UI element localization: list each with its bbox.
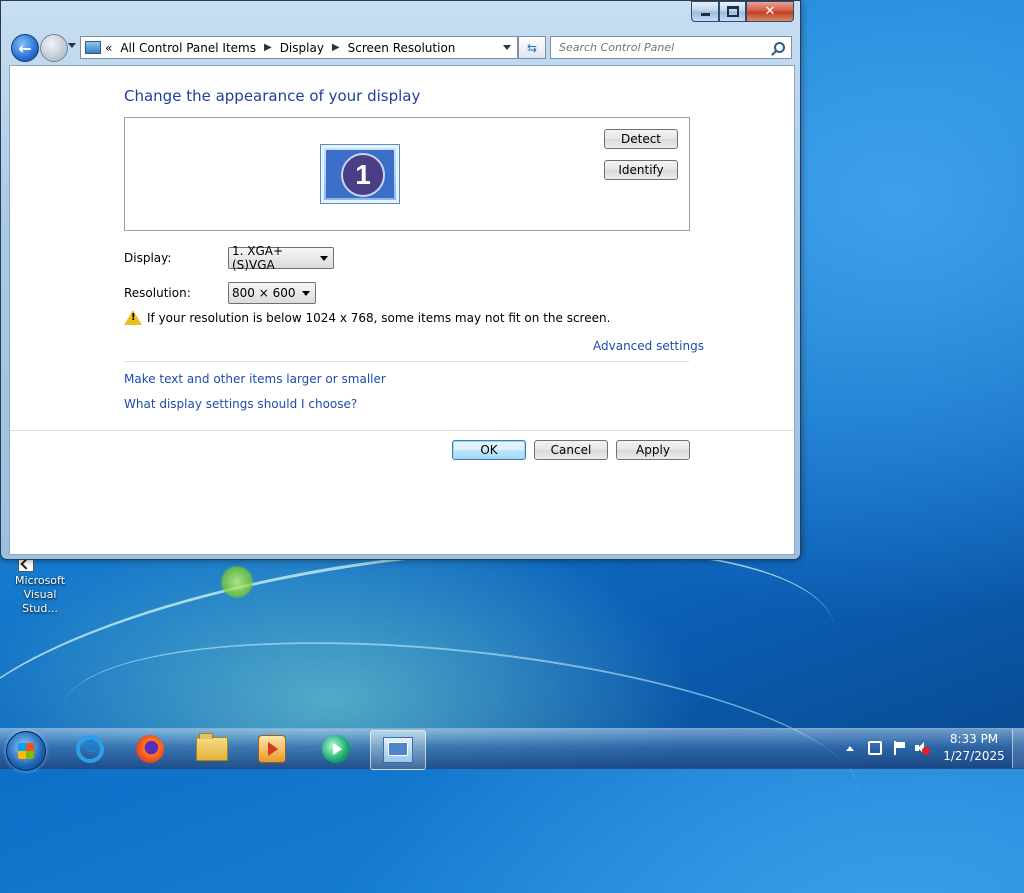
control-panel-icon <box>85 41 101 54</box>
text-size-link[interactable]: Make text and other items larger or smal… <box>124 372 386 386</box>
system-clock[interactable]: 8:33 PM 1/27/2025 <box>940 731 1008 765</box>
clock-time: 8:33 PM <box>949 732 999 746</box>
search-box[interactable] <box>550 36 792 59</box>
screen-resolution-window: ✕ ← « All Control Panel Items ▶ Display … <box>0 0 801 560</box>
address-bar[interactable]: « All Control Panel Items ▶ Display ▶ Sc… <box>80 36 518 59</box>
file-explorer-icon <box>196 733 228 761</box>
ok-button[interactable]: OK <box>452 440 526 460</box>
detect-button[interactable]: Detect <box>604 129 678 149</box>
media-center-icon <box>258 735 286 763</box>
taskbar-internet-explorer[interactable] <box>63 730 117 768</box>
firefox-icon <box>136 735 164 763</box>
volume-muted-icon[interactable] <box>914 741 930 755</box>
breadcrumb-separator-icon[interactable]: ▶ <box>332 42 340 53</box>
back-arrow-icon: ← <box>18 38 32 58</box>
chevron-down-icon <box>320 255 328 261</box>
chevron-down-icon <box>302 290 310 296</box>
maximize-icon <box>726 6 739 17</box>
resolution-select[interactable]: 800 × 600 <box>228 282 316 304</box>
internet-explorer-icon <box>76 733 104 763</box>
taskbar-control-panel[interactable] <box>370 730 426 770</box>
forward-button[interactable] <box>40 34 68 62</box>
maximize-button[interactable] <box>719 1 746 22</box>
warning-text: If your resolution is below 1024 x 768, … <box>147 310 611 325</box>
apply-button[interactable]: Apply <box>616 440 690 460</box>
monitor-1-thumbnail[interactable]: 1 <box>320 144 400 204</box>
back-button[interactable]: ← <box>11 34 39 62</box>
refresh-button[interactable]: ⇆ <box>518 36 546 59</box>
warning-icon <box>124 310 142 325</box>
breadcrumb-screen-resolution[interactable]: Screen Resolution <box>348 41 456 55</box>
minimize-button[interactable] <box>691 1 719 22</box>
clock-date: 1/27/2025 <box>943 749 1005 763</box>
divider <box>124 361 689 362</box>
page-title: Change the appearance of your display <box>124 87 421 105</box>
caption-buttons: ✕ <box>691 1 794 22</box>
wallpaper-glow <box>220 565 254 599</box>
control-panel-icon <box>383 737 413 763</box>
monitor-number: 1 <box>341 153 385 197</box>
breadcrumb-display[interactable]: Display <box>280 41 324 55</box>
search-input[interactable] <box>557 40 761 55</box>
media-player-icon <box>322 735 350 763</box>
show-desktop-button[interactable] <box>1012 729 1024 768</box>
desktop-shortcut-visual-studio[interactable]: Microsoft Visual Stud... <box>4 556 76 616</box>
refresh-icon: ⇆ <box>526 40 538 55</box>
resolution-select-value: 800 × 600 <box>232 286 296 300</box>
windows-logo-icon <box>18 743 34 759</box>
breadcrumb-separator-icon[interactable]: ▶ <box>264 42 272 53</box>
action-center-flag-icon[interactable] <box>892 741 906 755</box>
taskbar-file-explorer[interactable] <box>185 730 239 768</box>
display-help-link[interactable]: What display settings should I choose? <box>124 397 357 411</box>
address-history-dropdown-icon[interactable] <box>503 45 511 50</box>
advanced-settings-link[interactable]: Advanced settings <box>593 339 704 353</box>
monitor-screen: 1 <box>326 150 394 198</box>
recent-pages-dropdown[interactable] <box>68 43 76 48</box>
resolution-warning: If your resolution is below 1024 x 768, … <box>124 310 610 325</box>
minimize-icon <box>700 13 710 16</box>
button-area-divider <box>10 430 794 431</box>
taskbar-media-player[interactable] <box>309 730 363 768</box>
taskbar-media-center[interactable] <box>245 730 299 768</box>
cancel-button[interactable]: Cancel <box>534 440 608 460</box>
identify-button[interactable]: Identify <box>604 160 678 180</box>
show-hidden-icons-button[interactable] <box>846 746 854 751</box>
address-overflow-chevron[interactable]: « <box>105 41 112 55</box>
network-icon[interactable] <box>868 741 882 755</box>
start-button[interactable] <box>6 731 46 771</box>
display-select[interactable]: 1. XGA+(S)VGA <box>228 244 334 272</box>
close-button[interactable]: ✕ <box>746 1 794 22</box>
desktop-shortcut-label: Microsoft Visual Stud... <box>14 574 66 615</box>
breadcrumb-all-items[interactable]: All Control Panel Items <box>120 41 256 55</box>
resolution-label: Resolution: <box>124 286 191 300</box>
display-label: Display: <box>124 251 172 265</box>
display-select-value: 1. XGA+(S)VGA <box>232 244 284 272</box>
monitor-arrangement-area: 1 Detect Identify <box>124 117 690 231</box>
taskbar-firefox[interactable] <box>123 730 177 768</box>
close-icon: ✕ <box>764 4 776 19</box>
content-pane: Change the appearance of your display 1 … <box>9 65 795 555</box>
search-icon[interactable] <box>774 42 785 53</box>
